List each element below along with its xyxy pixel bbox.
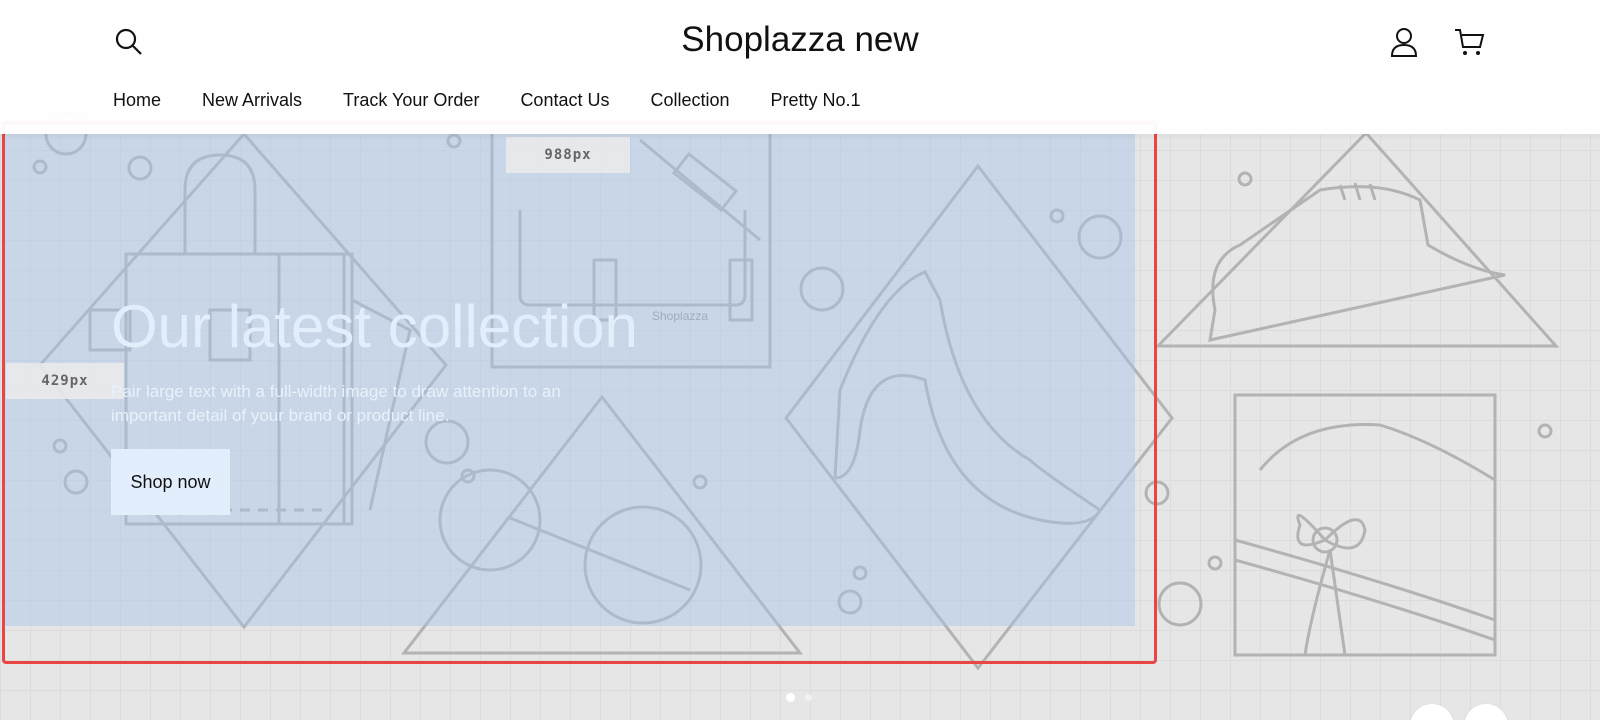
slider-dots [786,693,812,702]
hero-title: Our latest collection [111,293,638,360]
site-header: Shoplazza new Home New Arrivals Track Yo… [0,0,1600,134]
shoe-icon [1154,130,1560,348]
slider-dot-1[interactable] [786,693,795,702]
nav-item-collection[interactable]: Collection [650,90,729,111]
nav-item-home[interactable]: Home [113,90,161,111]
site-brand[interactable]: Shoplazza new [0,20,1600,60]
width-measure-label: 988px [506,137,630,173]
height-measure-label: 429px [6,363,124,399]
main-nav: Home New Arrivals Track Your Order Conta… [113,90,902,111]
nav-item-contact-us[interactable]: Contact Us [520,90,609,111]
nav-item-pretty-no1[interactable]: Pretty No.1 [771,90,861,111]
hero-subtitle: Pair large text with a full-width image … [111,382,561,425]
cart-button[interactable] [1451,24,1487,60]
user-icon [1390,28,1418,57]
cart-icon [1455,29,1485,55]
page: Shoplazza 988px 429px Our latest collect… [0,0,1600,720]
account-button[interactable] [1386,24,1422,60]
shop-now-button[interactable]: Shop now [111,449,230,515]
slider-dot-2[interactable] [805,694,812,701]
nav-item-track-your-order[interactable]: Track Your Order [343,90,479,111]
nav-item-new-arrivals[interactable]: New Arrivals [202,90,302,111]
